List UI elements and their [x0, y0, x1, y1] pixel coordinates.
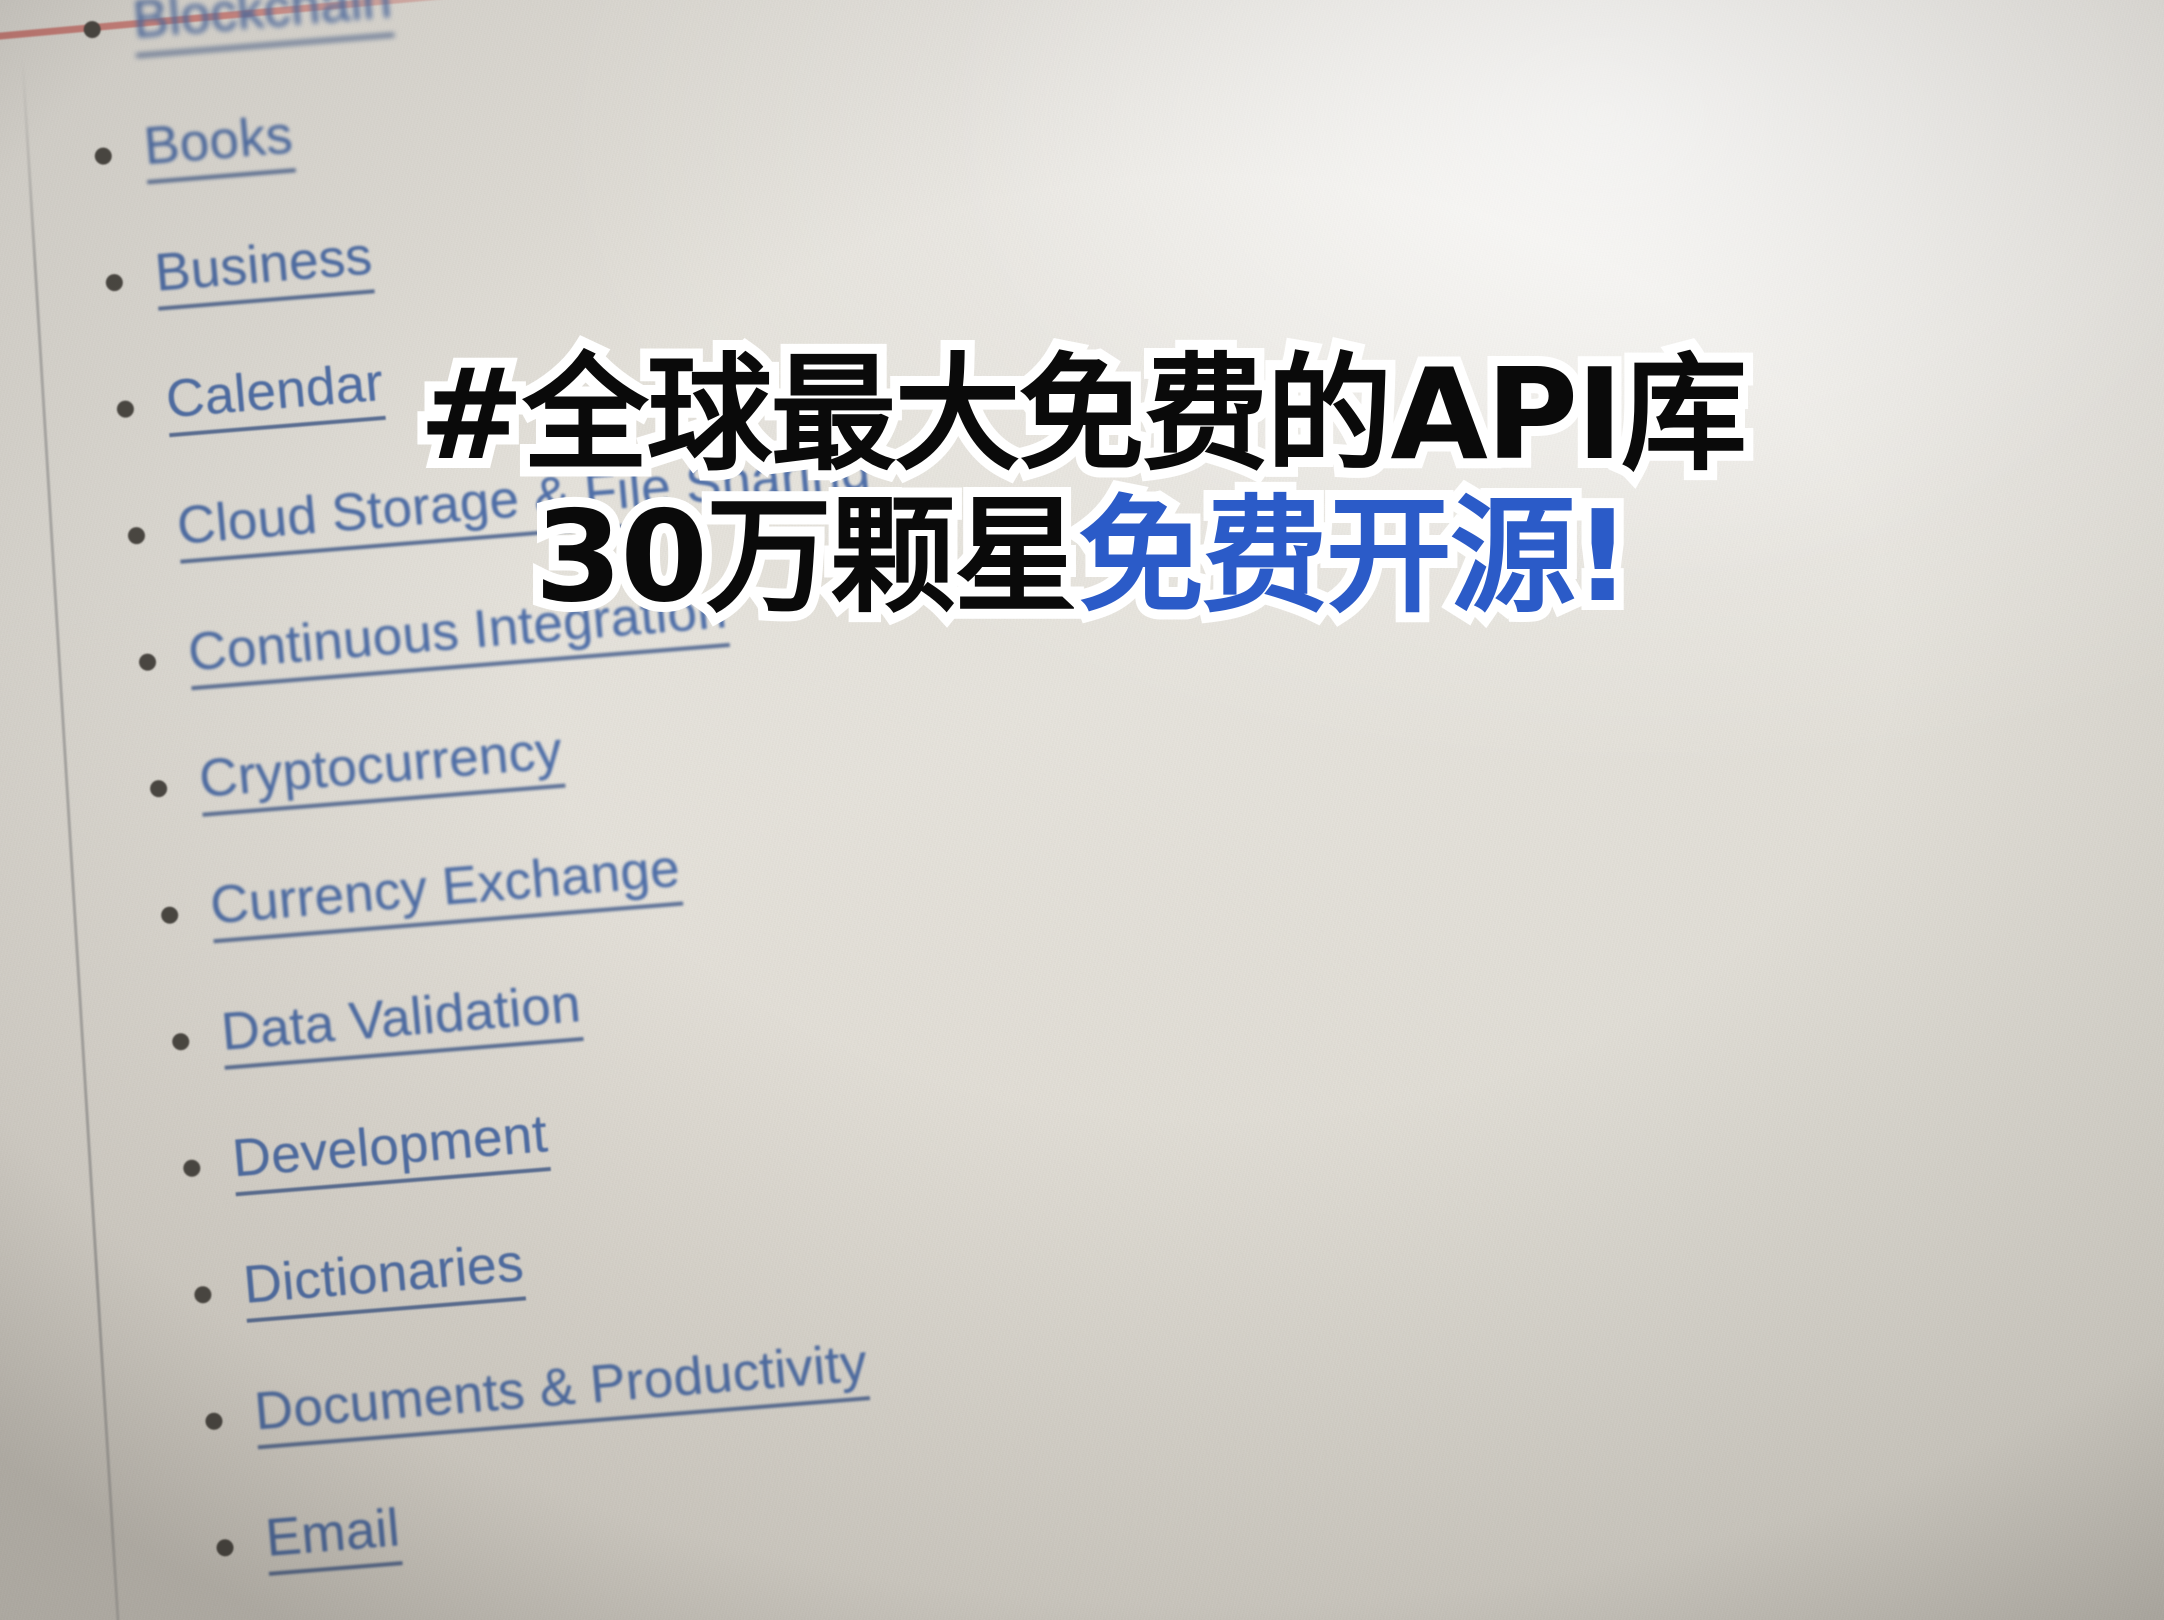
- category-link[interactable]: Email: [263, 1498, 403, 1576]
- category-link[interactable]: Development: [230, 1104, 551, 1197]
- category-link[interactable]: Blockchain: [130, 0, 395, 58]
- category-link[interactable]: Calendar: [164, 353, 387, 438]
- api-category-list: Blockchain Books Business Calendar Cloud…: [53, 0, 1936, 1620]
- category-link[interactable]: Currency Exchange: [208, 839, 683, 944]
- screenshot-stage: Blockchain Books Business Calendar Cloud…: [0, 0, 2164, 1620]
- webpage-content-plane: Blockchain Books Business Calendar Cloud…: [0, 0, 2164, 1620]
- category-link[interactable]: Documents & Productivity: [252, 1333, 871, 1450]
- category-link[interactable]: Entertainment: [274, 1609, 614, 1620]
- category-link[interactable]: Books: [142, 105, 296, 185]
- category-link[interactable]: Cryptocurrency: [197, 721, 566, 817]
- category-link[interactable]: Cloud Storage & File Sharing: [175, 441, 874, 564]
- category-link[interactable]: Continuous Integration: [186, 580, 730, 691]
- category-link[interactable]: Dictionaries: [241, 1234, 527, 1323]
- category-link[interactable]: Business: [153, 226, 376, 311]
- category-link[interactable]: Data Validation: [219, 974, 584, 1070]
